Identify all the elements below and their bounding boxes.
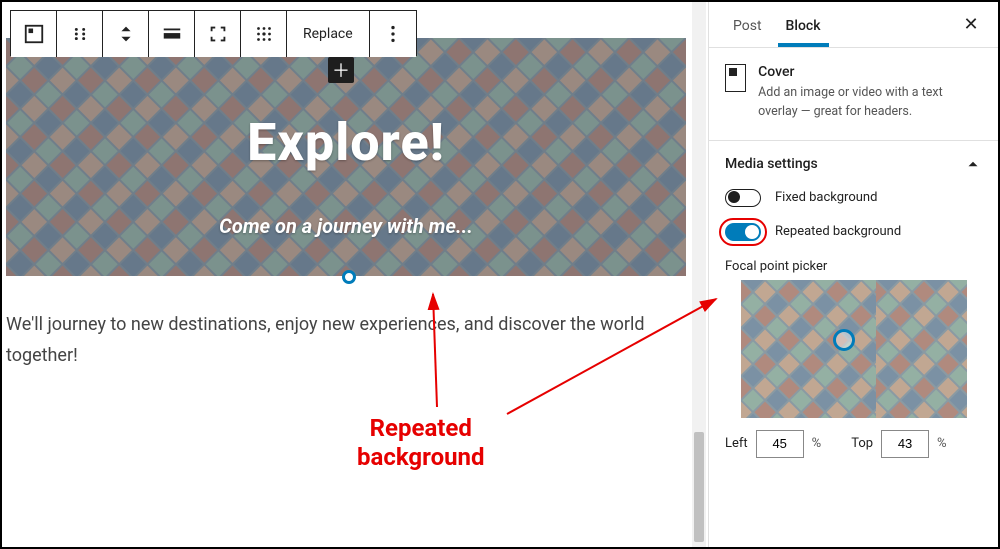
block-toolbar: Replace [10, 10, 417, 56]
move-up-down-button[interactable] [103, 11, 149, 57]
replace-button[interactable]: Replace [287, 11, 370, 57]
repeated-background-row: Repeated background [709, 215, 998, 249]
settings-sidebar: Post Block ✕ Cover Add an image or video… [708, 2, 998, 547]
fullheight-button[interactable] [195, 11, 241, 57]
focal-point-label: Focal point picker [709, 249, 998, 280]
repeated-background-toggle[interactable] [725, 223, 761, 241]
focal-point-picker[interactable] [741, 280, 967, 418]
drag-handle[interactable] [57, 11, 103, 57]
top-label: Top [851, 436, 873, 451]
focal-point-handle[interactable] [833, 329, 855, 351]
cover-subtitle[interactable]: Come on a journey with me... [6, 214, 686, 238]
media-settings-panel-header[interactable]: Media settings [709, 141, 998, 181]
panel-title: Media settings [725, 156, 818, 172]
align-button[interactable] [149, 11, 195, 57]
fixed-background-row: Fixed background [709, 181, 998, 215]
top-pct: % [937, 436, 947, 451]
cover-title[interactable]: Explore! [6, 112, 686, 173]
scrollbar-thumb[interactable] [694, 432, 704, 542]
resize-handle[interactable] [342, 270, 356, 284]
cover-icon [725, 64, 746, 92]
close-sidebar-button[interactable]: ✕ [956, 14, 986, 35]
more-options-button[interactable] [370, 11, 416, 57]
focal-point-inputs: Left % Top % [709, 418, 998, 458]
left-input[interactable] [756, 430, 804, 458]
left-label: Left [725, 436, 748, 451]
paragraph-block[interactable]: We'll journey to new destinations, enjoy… [6, 310, 666, 371]
block-description-text: Add an image or video with a text overla… [758, 84, 982, 122]
fixed-background-toggle[interactable] [725, 189, 761, 207]
block-name: Cover [758, 64, 982, 80]
tab-block[interactable]: Block [774, 4, 833, 46]
fixed-background-label: Fixed background [775, 190, 877, 205]
repeated-background-label: Repeated background [775, 224, 901, 239]
top-input[interactable] [881, 430, 929, 458]
left-pct: % [812, 436, 822, 451]
editor-canvas: Explore! Come on a journey with me... [2, 2, 694, 547]
sidebar-tabs: Post Block ✕ [709, 2, 998, 48]
block-description: Cover Add an image or video with a text … [709, 48, 998, 141]
chevron-up-icon [964, 155, 982, 173]
tab-post[interactable]: Post [721, 4, 774, 46]
block-type-button[interactable] [11, 11, 57, 57]
add-block-button[interactable]: ＋ [328, 57, 354, 83]
app-frame: Explore! Come on a journey with me... [0, 0, 1000, 549]
content-position-button[interactable] [241, 11, 287, 57]
scrollbar-track [692, 2, 706, 547]
